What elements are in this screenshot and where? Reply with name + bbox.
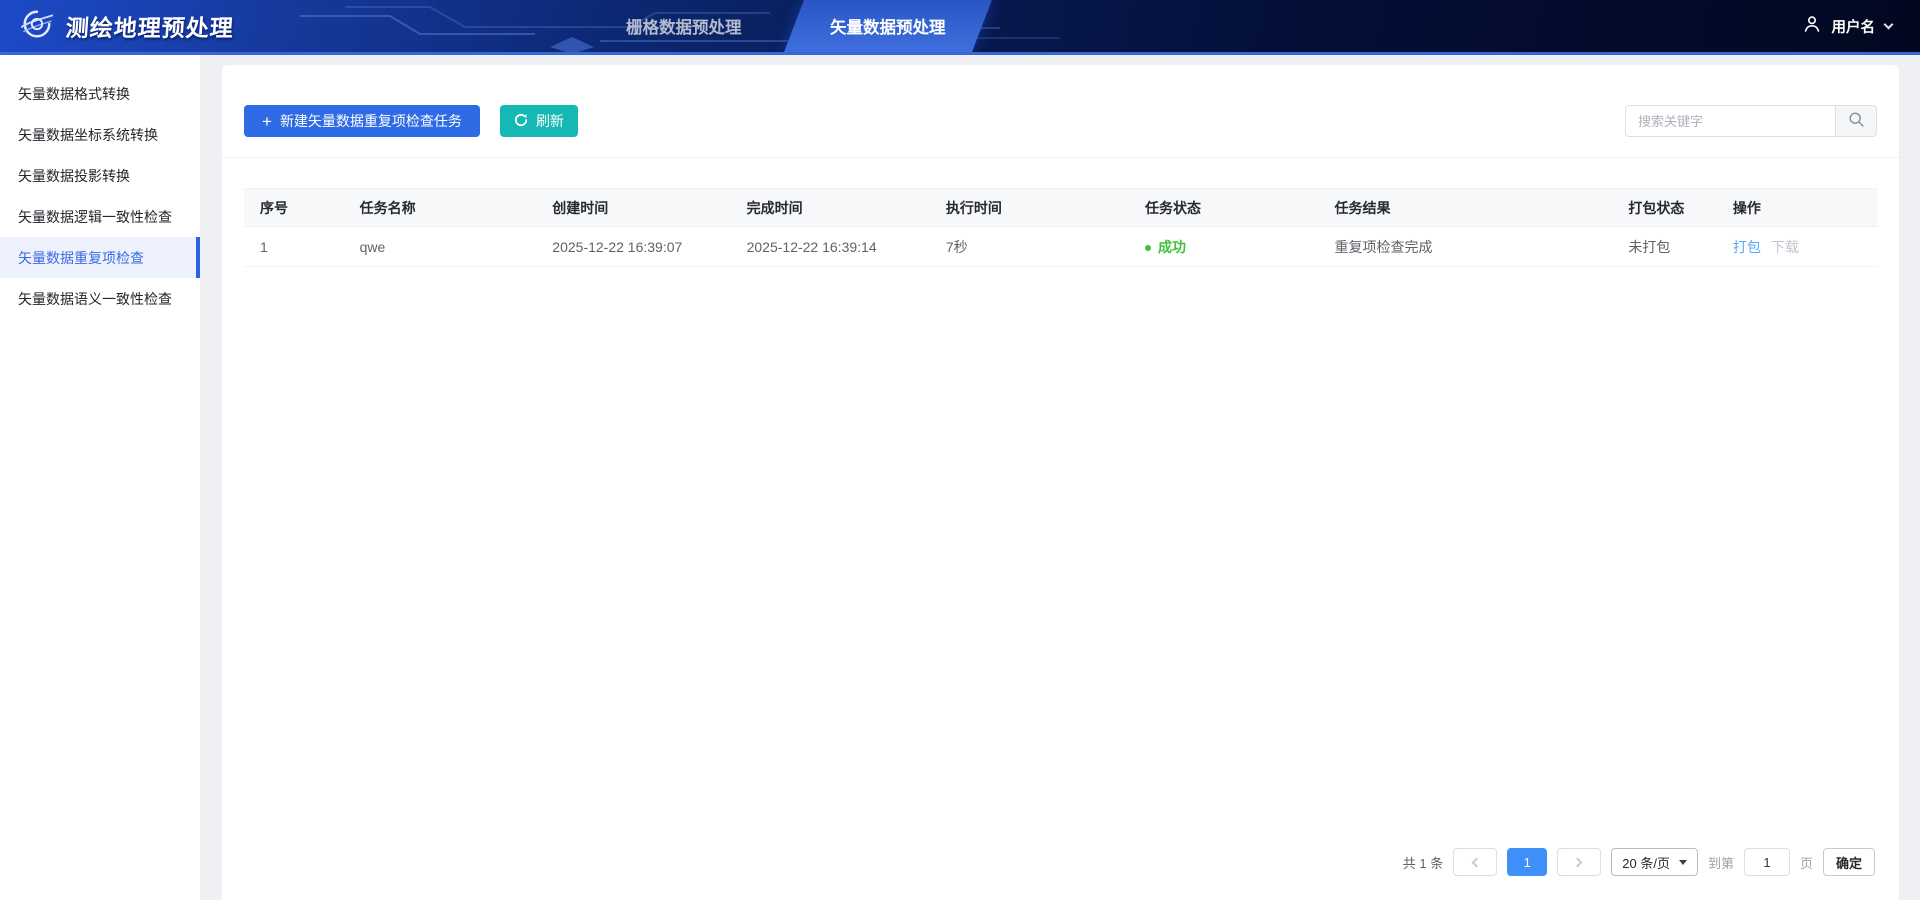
cell-package-status: 未打包 — [1612, 227, 1717, 267]
col-index: 序号 — [244, 189, 344, 227]
user-menu[interactable]: 用户名 — [1802, 0, 1893, 52]
next-page-button[interactable] — [1557, 848, 1601, 876]
cell-index: 1 — [244, 227, 344, 267]
task-table: 序号 任务名称 创建时间 完成时间 执行时间 任务状态 任务结果 打包状态 操作 — [244, 188, 1877, 267]
table-header-row: 序号 任务名称 创建时间 完成时间 执行时间 任务状态 任务结果 打包状态 操作 — [244, 189, 1877, 227]
chevron-down-icon — [1884, 20, 1894, 30]
search-icon — [1848, 111, 1865, 131]
refresh-button[interactable]: 刷新 — [500, 105, 578, 137]
total-count-label: 共 1 条 — [1403, 853, 1443, 872]
package-action-link[interactable]: 打包 — [1733, 239, 1761, 255]
search-button[interactable] — [1835, 105, 1877, 137]
app-header: 测绘地理预处理 栅格数据预处理 矢量数据预处理 用户名 — [0, 0, 1920, 55]
cell-status: 成功 — [1129, 227, 1318, 267]
brand: 测绘地理预处理 — [0, 7, 234, 46]
task-table-wrap: 序号 任务名称 创建时间 完成时间 执行时间 任务状态 任务结果 打包状态 操作 — [244, 188, 1877, 267]
sidebar-item-format-conversion[interactable]: 矢量数据格式转换 — [0, 73, 200, 114]
prev-page-button[interactable] — [1453, 848, 1497, 876]
content-card: + 新建矢量数据重复项检查任务 刷新 — [222, 65, 1899, 900]
app-logo-icon — [20, 7, 54, 46]
page-size-select[interactable]: 20 条/页 — [1611, 848, 1698, 876]
sidebar-item-projection-conversion[interactable]: 矢量数据投影转换 — [0, 155, 200, 196]
top-tabs: 栅格数据预处理 矢量数据预处理 — [600, 0, 981, 52]
col-actions: 操作 — [1717, 189, 1877, 227]
toolbar: + 新建矢量数据重复项检查任务 刷新 — [222, 65, 1899, 158]
app-root: 测绘地理预处理 栅格数据预处理 矢量数据预处理 用户名 — [0, 0, 1920, 900]
col-completed-time: 完成时间 — [731, 189, 930, 227]
col-status: 任务状态 — [1129, 189, 1318, 227]
new-task-button[interactable]: + 新建矢量数据重复项检查任务 — [244, 105, 480, 137]
tab-raster-preprocess[interactable]: 栅格数据预处理 — [600, 0, 768, 52]
goto-suffix-label: 页 — [1800, 853, 1813, 872]
user-name: 用户名 — [1832, 16, 1876, 37]
cell-actions: 打包下载 — [1717, 227, 1877, 267]
search-input[interactable] — [1625, 105, 1835, 137]
cell-task-name: qwe — [344, 227, 537, 267]
sidebar-item-duplicate-check[interactable]: 矢量数据重复项检查 — [0, 237, 200, 278]
col-package-status: 打包状态 — [1612, 189, 1717, 227]
cell-result: 重复项检查完成 — [1318, 227, 1612, 267]
pagination: 共 1 条 1 20 条/页 到第 页 确定 — [222, 848, 1899, 900]
sidebar: 矢量数据格式转换 矢量数据坐标系统转换 矢量数据投影转换 矢量数据逻辑一致性检查… — [0, 55, 200, 900]
cell-completed-time: 2025-12-22 16:39:14 — [731, 227, 930, 267]
tab-vector-preprocess[interactable]: 矢量数据预处理 — [784, 0, 991, 52]
col-duration: 执行时间 — [930, 189, 1129, 227]
col-result: 任务结果 — [1318, 189, 1612, 227]
cell-created-time: 2025-12-22 16:39:07 — [536, 227, 730, 267]
refresh-icon — [514, 113, 528, 130]
search-box — [1625, 105, 1877, 137]
status-dot-icon — [1145, 245, 1151, 251]
sidebar-item-coordinate-conversion[interactable]: 矢量数据坐标系统转换 — [0, 114, 200, 155]
page-number-button[interactable]: 1 — [1507, 848, 1547, 876]
caret-down-icon — [1679, 860, 1687, 865]
plus-icon: + — [262, 113, 272, 130]
chevron-left-icon — [1472, 857, 1482, 867]
status-text: 成功 — [1158, 239, 1186, 255]
col-created-time: 创建时间 — [536, 189, 730, 227]
download-action-link[interactable]: 下载 — [1771, 239, 1799, 255]
col-task-name: 任务名称 — [344, 189, 537, 227]
sidebar-item-logic-consistency-check[interactable]: 矢量数据逻辑一致性检查 — [0, 196, 200, 237]
table-row: 1 qwe 2025-12-22 16:39:07 2025-12-22 16:… — [244, 227, 1877, 267]
main-content: + 新建矢量数据重复项检查任务 刷新 — [200, 55, 1920, 900]
goto-page-input[interactable] — [1744, 848, 1790, 876]
user-icon — [1802, 14, 1822, 39]
cell-duration: 7秒 — [930, 227, 1129, 267]
chevron-right-icon — [1573, 857, 1583, 867]
app-title: 测绘地理预处理 — [65, 9, 235, 43]
goto-confirm-button[interactable]: 确定 — [1823, 848, 1875, 876]
sidebar-item-semantic-consistency-check[interactable]: 矢量数据语义一致性检查 — [0, 278, 200, 319]
goto-prefix-label: 到第 — [1708, 853, 1734, 872]
